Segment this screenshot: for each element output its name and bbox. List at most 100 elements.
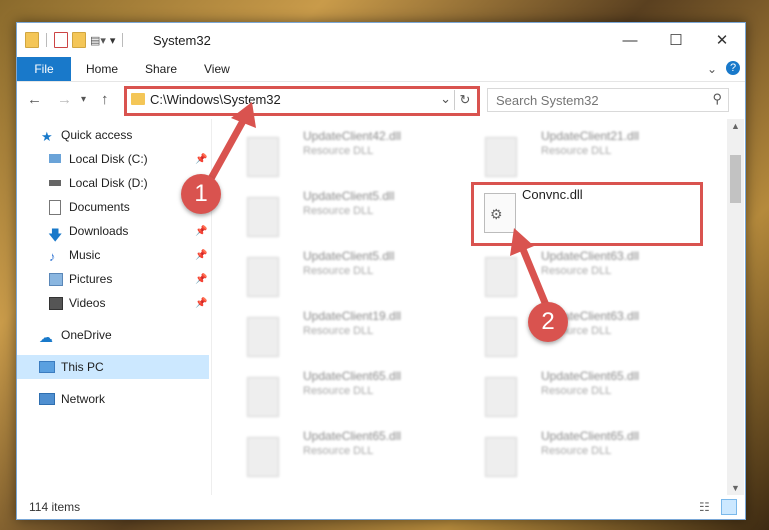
- file-tile[interactable]: UpdateClient21.dll Resource DLL: [471, 123, 697, 181]
- sidebar-item-videos[interactable]: Videos 📌: [17, 291, 209, 315]
- sidebar-item-local-disk-c[interactable]: Local Disk (C:) 📌: [17, 147, 209, 171]
- customize-qat-icon[interactable]: ▾: [110, 34, 116, 47]
- search-input[interactable]: [494, 89, 698, 111]
- address-bar[interactable]: C:\Windows\System32 ⌄ ↻: [124, 86, 480, 116]
- file-name: UpdateClient65.dll: [541, 429, 640, 443]
- pictures-icon: [49, 273, 63, 286]
- refresh-icon[interactable]: ↻: [454, 90, 475, 110]
- address-path: C:\Windows\System32: [150, 92, 281, 107]
- star-icon: ★: [41, 129, 53, 144]
- scrollbar-thumb[interactable]: [730, 155, 741, 203]
- film-icon: [49, 297, 63, 310]
- chevron-down-icon[interactable]: ⌄: [440, 91, 451, 107]
- sidebar-item-music[interactable]: ♪ Music 📌: [17, 243, 209, 267]
- pin-icon[interactable]: 📌: [195, 154, 207, 165]
- help-icon[interactable]: ?: [726, 61, 740, 75]
- pin-icon[interactable]: 📌: [195, 250, 207, 261]
- file-tile[interactable]: UpdateClient65.dll Resource DLL: [471, 363, 697, 421]
- file-name: UpdateClient42.dll: [303, 129, 402, 143]
- file-type: Resource DLL: [303, 445, 374, 457]
- view-icon[interactable]: ▤▾: [90, 34, 106, 47]
- drive-icon: [49, 154, 61, 163]
- pin-icon[interactable]: 📌: [195, 274, 207, 285]
- scroll-down-icon[interactable]: ▼: [731, 483, 740, 493]
- ribbon-tabs: File Home Share View ⌄ ?: [17, 57, 745, 82]
- sidebar-item-network[interactable]: Network: [17, 387, 209, 411]
- large-icons-view-icon[interactable]: [721, 499, 737, 515]
- download-arrow-icon: 🡇: [48, 227, 63, 243]
- sidebar-item-label: Local Disk (C:): [69, 152, 148, 166]
- documents-icon: [49, 200, 61, 215]
- maximize-button[interactable]: ☐: [653, 23, 699, 57]
- dll-file-icon: [485, 377, 517, 417]
- dll-file-icon: [485, 257, 517, 297]
- file-type: Resource DLL: [303, 145, 374, 157]
- dll-file-icon: [247, 257, 279, 297]
- dll-file-icon: [247, 437, 279, 477]
- sidebar-item-label: Music: [69, 248, 101, 262]
- forward-arrow-icon[interactable]: →: [57, 91, 72, 108]
- tab-file[interactable]: File: [17, 57, 71, 81]
- sidebar-item-label: OneDrive: [61, 328, 112, 342]
- tab-share[interactable]: Share: [145, 57, 177, 81]
- minimize-button[interactable]: —: [607, 23, 653, 57]
- search-box[interactable]: ⚲: [487, 88, 729, 112]
- file-tile[interactable]: UpdateClient65.dll Resource DLL: [233, 423, 459, 481]
- file-name: UpdateClient5.dll: [303, 249, 395, 263]
- file-name: UpdateClient63.dll: [541, 249, 640, 263]
- file-name: Convnc.dll: [522, 187, 583, 202]
- drive-icon: [49, 180, 61, 186]
- file-tile[interactable]: UpdateClient5.dll Resource DLL: [233, 183, 459, 241]
- callout-two: 2: [528, 302, 568, 342]
- sidebar-item-label: Quick access: [61, 128, 133, 142]
- file-type: Resource DLL: [303, 385, 374, 397]
- sidebar-item-label: Local Disk (D:): [69, 176, 148, 190]
- file-tile[interactable]: UpdateClient63.dll Resource DLL: [471, 303, 697, 361]
- file-tile[interactable]: UpdateClient63.dll Resource DLL: [471, 243, 697, 301]
- folder-icon[interactable]: [25, 32, 39, 48]
- dll-file-icon: ⚙: [484, 193, 516, 233]
- properties-icon[interactable]: [54, 32, 68, 48]
- tab-home[interactable]: Home: [86, 57, 118, 81]
- file-name: UpdateClient65.dll: [303, 429, 402, 443]
- expand-ribbon-icon[interactable]: ⌄: [707, 57, 717, 81]
- navigation-pane: ★ Quick access Local Disk (C:) 📌 Local D…: [17, 119, 212, 495]
- up-arrow-icon[interactable]: ↑: [101, 91, 109, 108]
- file-tile[interactable]: UpdateClient65.dll Resource DLL: [471, 423, 697, 481]
- computer-icon: [39, 361, 55, 373]
- sidebar-item-quick-access[interactable]: ★ Quick access: [17, 123, 209, 147]
- file-tile-convnc[interactable]: ⚙ Convnc.dll: [471, 182, 703, 246]
- title-bar: ▤▾ ▾ System32 — ☐ ✕: [17, 23, 745, 57]
- file-name: UpdateClient65.dll: [303, 369, 402, 383]
- new-folder-icon[interactable]: [72, 32, 86, 48]
- separator: [122, 33, 124, 47]
- tab-view[interactable]: View: [204, 57, 230, 81]
- file-name: UpdateClient5.dll: [303, 189, 395, 203]
- file-name: UpdateClient65.dll: [541, 369, 640, 383]
- sidebar-item-documents[interactable]: Documents: [17, 195, 209, 219]
- recent-locations-icon[interactable]: ▾: [81, 94, 86, 105]
- scroll-up-icon[interactable]: ▲: [731, 121, 740, 131]
- details-view-icon[interactable]: ☷: [699, 500, 710, 514]
- file-tile[interactable]: UpdateClient65.dll Resource DLL: [233, 363, 459, 421]
- vertical-scrollbar[interactable]: ▲ ▼: [727, 119, 744, 495]
- search-icon: ⚲: [712, 91, 722, 106]
- file-type: Resource DLL: [541, 445, 612, 457]
- pin-icon[interactable]: 📌: [195, 226, 207, 237]
- sidebar-item-this-pc[interactable]: This PC: [17, 355, 209, 379]
- sidebar-item-label: Network: [61, 392, 106, 406]
- sidebar-item-onedrive[interactable]: ☁ OneDrive: [17, 323, 209, 347]
- file-tile[interactable]: UpdateClient19.dll Resource DLL: [233, 303, 459, 361]
- sidebar-item-label: Downloads: [69, 224, 129, 238]
- sidebar-item-downloads[interactable]: 🡇 Downloads 📌: [17, 219, 209, 243]
- file-tile[interactable]: UpdateClient42.dll Resource DLL: [233, 123, 459, 181]
- close-button[interactable]: ✕: [699, 23, 745, 57]
- dll-file-icon: [485, 317, 517, 357]
- navigation-bar: ← → ▾ ↑ C:\Windows\System32 ⌄ ↻ ⚲: [17, 83, 745, 117]
- cloud-icon: ☁: [39, 329, 53, 345]
- pin-icon[interactable]: 📌: [195, 298, 207, 309]
- file-tile[interactable]: UpdateClient5.dll Resource DLL: [233, 243, 459, 301]
- dll-file-icon: [247, 317, 279, 357]
- sidebar-item-pictures[interactable]: Pictures 📌: [17, 267, 209, 291]
- back-arrow-icon[interactable]: ←: [27, 91, 42, 108]
